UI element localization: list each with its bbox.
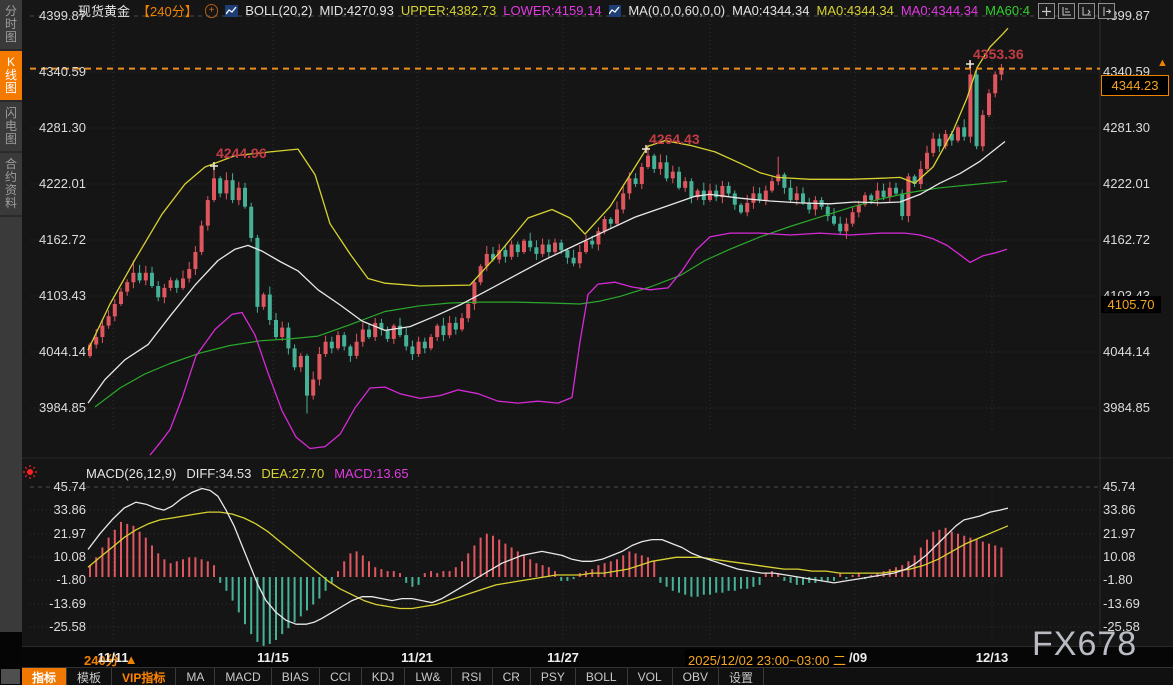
toolbar-item-10[interactable]: RSI — [452, 668, 493, 685]
sidebar-tab-1[interactable]: 分时图 — [0, 0, 22, 51]
date-label: 11/21 — [401, 650, 433, 665]
macd-name: MACD(26,12,9) — [86, 466, 176, 481]
sidebar: 分时图K线图闪电图合约资料 — [0, 0, 22, 632]
axis-label: -1.80 — [1103, 572, 1165, 588]
toolbar-item-9[interactable]: LW& — [405, 668, 451, 685]
macd-macd-value: MACD:13.65 — [334, 466, 408, 481]
axis-label: 33.86 — [1103, 502, 1165, 518]
toolbar-item-3[interactable]: VIP指标 — [112, 668, 176, 685]
axis-label: 4340.59 — [28, 64, 86, 80]
secondary-price-badge: 4105.70 — [1101, 296, 1161, 313]
axis-label: 10.08 — [1103, 549, 1165, 565]
toolbar-item-15[interactable]: OBV — [673, 668, 719, 685]
macd-header: MACD(26,12,9) DIFF:34.53 DEA:27.70 MACD:… — [86, 466, 409, 481]
toolbar-item-5[interactable]: MACD — [215, 668, 271, 685]
toolbar-item-8[interactable]: KDJ — [362, 668, 406, 685]
axis-label: 4162.72 — [1103, 232, 1165, 248]
date-label: 11/11 — [97, 650, 128, 665]
axis-label: 10.08 — [28, 549, 86, 565]
chart-tools — [1038, 3, 1115, 19]
toolbar-item-14[interactable]: VOL — [628, 668, 673, 685]
date-label: /09 — [849, 650, 867, 665]
axis-label: -1.80 — [28, 572, 86, 588]
chart-canvas[interactable] — [0, 0, 1173, 685]
toolbar-item-6[interactable]: BIAS — [272, 668, 320, 685]
toolbar-item-2[interactable]: 模板 — [67, 668, 112, 685]
price-annotation: 4264.43 — [649, 131, 700, 147]
axis-label: 33.86 — [28, 502, 86, 518]
sidebar-tab-4[interactable]: 合约资料 — [0, 153, 22, 217]
toolbar-item-11[interactable]: CR — [493, 668, 531, 685]
axis-label: 4044.14 — [28, 344, 86, 360]
corner-block — [1, 669, 20, 684]
axis-zoom-icon[interactable] — [1058, 3, 1075, 19]
ma0-magenta-value: MA0:4344.34 — [901, 3, 978, 18]
macd-dea-value: DEA:27.70 — [261, 466, 324, 481]
toolbar-item-4[interactable]: MA — [176, 668, 215, 685]
date-label: 11/15 — [257, 650, 289, 665]
axis-label: 21.97 — [28, 526, 86, 542]
axis-label: 4162.72 — [28, 232, 86, 248]
timeline-bar: 240分 ▲ 2025/12/02 23:00~03:00 二 /09 11/1… — [0, 646, 1173, 668]
axis-label: 4281.30 — [28, 120, 86, 136]
pane-shift-icon[interactable] — [1098, 3, 1115, 19]
axis-zoom-left-icon[interactable] — [1078, 3, 1095, 19]
toolbar-item-12[interactable]: PSY — [531, 668, 576, 685]
axis-label: -13.69 — [1103, 596, 1165, 612]
ma60-value: MA60:4 — [985, 3, 1030, 18]
sidebar-tab-3[interactable]: 闪电图 — [0, 102, 22, 153]
period-label: 【240分】 — [137, 2, 198, 19]
axis-label: 4103.43 — [28, 288, 86, 304]
sidebar-tab-2[interactable]: K线图 — [0, 51, 22, 102]
ma0-yellow-value: MA0:4344.34 — [816, 3, 893, 18]
axis-label: 45.74 — [1103, 479, 1165, 495]
chart-legend: 现货黄金 【240分】 + BOLL(20,2) MID:4270.93 UPP… — [78, 2, 1030, 19]
current-price-badge: 4344.23 — [1101, 75, 1169, 96]
toolbar-item-1[interactable]: 指标 — [22, 668, 67, 685]
indicator-toolbar: 指标模板VIP指标MAMACDBIASCCIKDJLW&RSICRPSYBOLL… — [22, 667, 1173, 685]
boll-mid-value: MID:4270.93 — [319, 3, 393, 18]
indicator-chart-icon[interactable] — [225, 5, 238, 17]
boll-lower-value: LOWER:4159.14 — [503, 3, 601, 18]
axis-label: 4281.30 — [1103, 120, 1165, 136]
crosshair-tool-icon[interactable] — [1038, 3, 1055, 19]
axis-label: 4222.01 — [1103, 176, 1165, 192]
toolbar-item-16[interactable]: 设置 — [719, 668, 764, 685]
date-label: 11/27 — [547, 650, 579, 665]
symbol-name: 现货黄金 — [78, 2, 130, 19]
boll-upper-value: UPPER:4382.73 — [401, 3, 496, 18]
axis-label: -25.58 — [28, 619, 86, 635]
macd-diff-value: DIFF:34.53 — [186, 466, 251, 481]
alert-burst-icon[interactable] — [22, 464, 38, 485]
axis-label: 3984.85 — [1103, 400, 1165, 416]
price-annotation: 4353.36 — [973, 46, 1024, 62]
axis-label: 4222.01 — [28, 176, 86, 192]
price-annotation: 4244.96 — [216, 145, 267, 161]
indicator-chart-icon[interactable] — [609, 5, 622, 17]
trading-app-window: 现货黄金 【240分】 + BOLL(20,2) MID:4270.93 UPP… — [0, 0, 1173, 685]
axis-label: 21.97 — [1103, 526, 1165, 542]
boll-name: BOLL(20,2) — [245, 3, 312, 18]
axis-label: -13.69 — [28, 596, 86, 612]
toolbar-item-13[interactable]: BOLL — [576, 668, 628, 685]
price-up-arrow-icon: ▲ — [1157, 57, 1168, 69]
ma-name: MA(0,0,0,60,0,0) — [628, 3, 725, 18]
ma0-white-value: MA0:4344.34 — [732, 3, 809, 18]
date-label: 12/13 — [976, 650, 1009, 665]
toolbar-item-7[interactable]: CCI — [320, 668, 362, 685]
watermark: FX678 — [1032, 625, 1137, 664]
axis-label: 3984.85 — [28, 400, 86, 416]
add-indicator-icon[interactable]: + — [205, 4, 219, 18]
axis-label: 4044.14 — [1103, 344, 1165, 360]
